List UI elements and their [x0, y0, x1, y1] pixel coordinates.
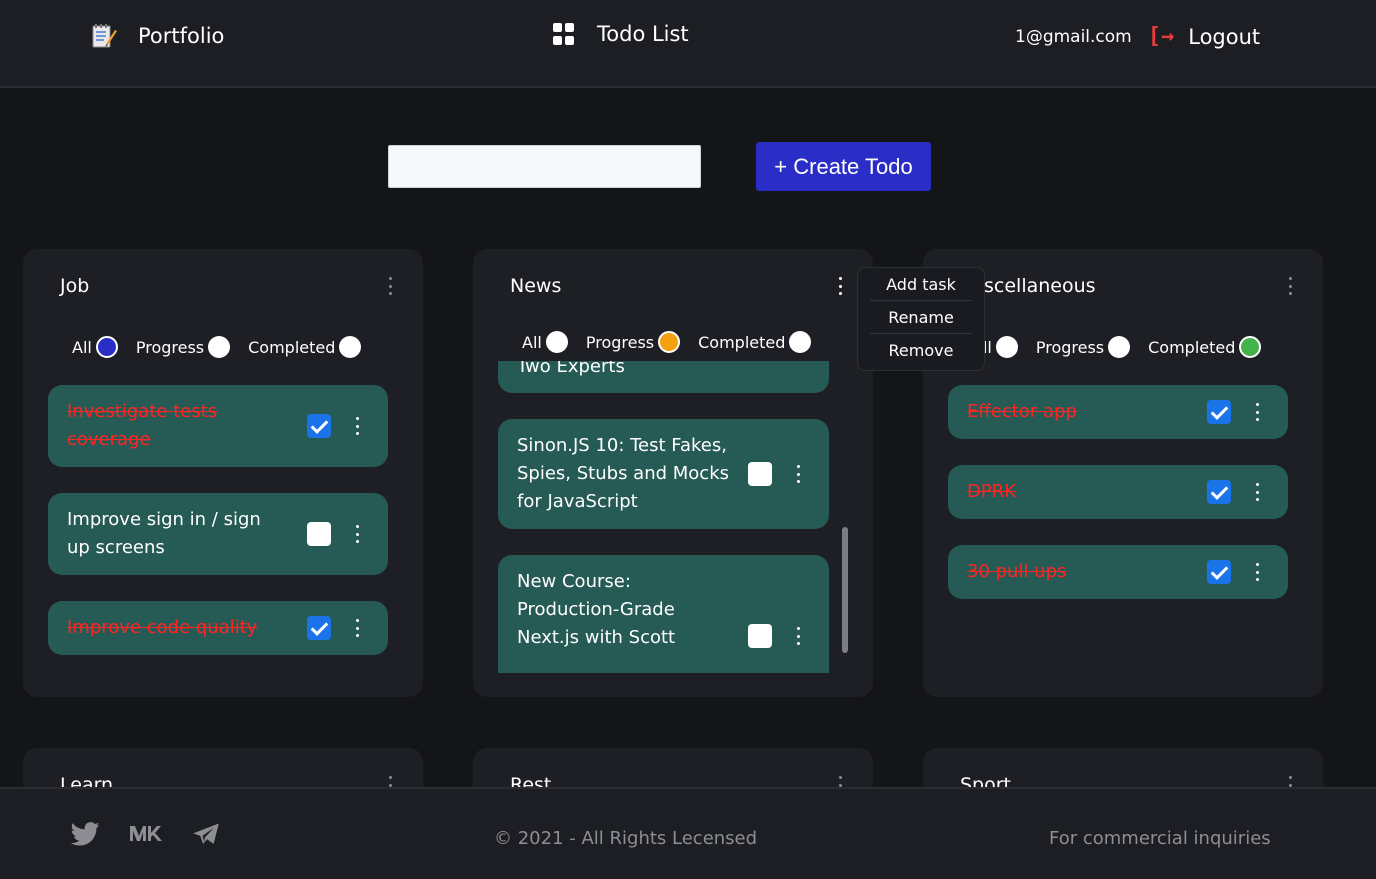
task-checkbox[interactable]: [307, 414, 331, 438]
task-text: Investigate tests coverage: [67, 401, 218, 450]
task-checkbox[interactable]: [1207, 400, 1231, 424]
filter-completed[interactable]: Completed: [1148, 336, 1262, 358]
footer: © 2021 - All Rights Lecensed For commerc…: [0, 787, 1376, 879]
filter-completed-label: Completed: [698, 332, 786, 352]
filter-completed-label: Completed: [248, 337, 336, 357]
board-news: News Two Experts Sinon.JS 10: Test Fakes…: [473, 249, 873, 697]
board-filters: All Progress Completed: [473, 325, 873, 359]
filter-completed-radio[interactable]: [789, 331, 812, 353]
nav-title: Todo List: [597, 22, 689, 46]
filter-all-radio[interactable]: [95, 336, 118, 358]
filter-all-label: All: [72, 337, 92, 357]
task-menu-icon[interactable]: [1254, 563, 1260, 581]
filter-progress-label: Progress: [135, 337, 205, 357]
filter-completed-radio[interactable]: [1239, 336, 1262, 358]
user-email: 1@gmail.com: [1015, 26, 1132, 47]
filter-progress-radio[interactable]: [1108, 336, 1131, 358]
menu-item-add-task[interactable]: Add task: [870, 268, 972, 301]
board-filters: All Progress Completed: [972, 336, 1279, 358]
vk-icon[interactable]: [128, 823, 164, 845]
board-menu-icon[interactable]: [1287, 277, 1293, 295]
copyright-text: © 2021 - All Rights Lecensed: [494, 828, 758, 849]
task-item: Improve sign in / sign up screens: [48, 493, 388, 575]
filter-progress-radio[interactable]: [208, 336, 231, 358]
task-checkbox[interactable]: [1207, 560, 1231, 584]
task-text: Two Experts: [517, 361, 625, 377]
task-menu-icon[interactable]: [1254, 483, 1260, 501]
task-item: DPRK: [948, 465, 1288, 519]
board-title: Job: [60, 275, 90, 297]
scrollbar-thumb[interactable]: [842, 527, 848, 653]
filter-completed[interactable]: Completed: [248, 336, 362, 358]
user-area: 1@gmail.com [→ Logout: [1015, 24, 1260, 49]
filter-progress-label: Progress: [1035, 337, 1105, 357]
task-checkbox[interactable]: [1207, 480, 1231, 504]
task-checkbox[interactable]: [748, 462, 772, 486]
board-filters: All Progress Completed: [72, 336, 379, 358]
menu-item-remove[interactable]: Remove: [870, 334, 972, 367]
task-list: Effector app DPRK 30 pull ups: [948, 385, 1288, 625]
task-item: Two Experts: [498, 361, 829, 393]
filter-all-label: All: [522, 332, 542, 352]
task-item: New Course: Production-Grade Next.js wit…: [498, 555, 829, 673]
task-checkbox[interactable]: [748, 624, 772, 648]
filter-progress-radio[interactable]: [658, 331, 681, 353]
task-text: Improve code quality: [67, 617, 258, 638]
header: Portfolio Todo List 1@gmail.com [→ Logou…: [0, 0, 1376, 88]
task-list: Investigate tests coverage Improve sign …: [48, 385, 388, 681]
task-list: Two Experts Sinon.JS 10: Test Fakes, Spi…: [498, 361, 829, 673]
board-menu-icon[interactable]: [837, 277, 843, 295]
board-job: Job All Progress Completed Investigate t…: [23, 249, 423, 697]
task-menu-icon[interactable]: [795, 627, 801, 645]
task-text: Effector app: [967, 401, 1077, 422]
task-menu-icon[interactable]: [1254, 403, 1260, 421]
todo-title-input[interactable]: [388, 145, 701, 188]
brand-label: Portfolio: [138, 24, 225, 48]
task-menu-icon[interactable]: [354, 525, 360, 543]
filter-all-radio[interactable]: [545, 331, 568, 353]
menu-item-rename[interactable]: Rename: [870, 301, 972, 334]
task-item: Investigate tests coverage: [48, 385, 388, 467]
task-list-scroll[interactable]: Two Experts Sinon.JS 10: Test Fakes, Spi…: [498, 361, 854, 673]
filter-completed-label: Completed: [1148, 337, 1236, 357]
brand-link[interactable]: Portfolio: [90, 22, 224, 50]
task-item: 30 pull ups: [948, 545, 1288, 599]
task-text: Improve sign in / sign up screens: [67, 509, 261, 558]
board-title: News: [510, 275, 562, 297]
task-text: DPRK: [967, 481, 1017, 502]
filter-completed-radio[interactable]: [339, 336, 362, 358]
task-item: Sinon.JS 10: Test Fakes, Spies, Stubs an…: [498, 419, 829, 529]
filter-all[interactable]: All: [522, 331, 568, 353]
board-menu-icon[interactable]: [387, 277, 393, 295]
logout-button[interactable]: Logout: [1188, 25, 1260, 49]
nav-todo-list[interactable]: Todo List: [553, 22, 689, 46]
telegram-icon[interactable]: [192, 822, 220, 846]
task-text: 30 pull ups: [967, 561, 1067, 582]
commercial-inquiries-link[interactable]: For commercial inquiries: [1049, 828, 1271, 849]
task-menu-icon[interactable]: [354, 417, 360, 435]
task-item: Effector app: [948, 385, 1288, 439]
task-menu-icon[interactable]: [354, 619, 360, 637]
board-context-menu: Add task Rename Remove: [857, 267, 985, 371]
twitter-icon[interactable]: [70, 822, 100, 846]
filter-progress[interactable]: Progress: [585, 331, 681, 353]
filter-all-radio[interactable]: [995, 336, 1018, 358]
grid-icon: [553, 23, 575, 45]
create-todo-button[interactable]: + Create Todo: [756, 142, 931, 191]
task-checkbox[interactable]: [307, 616, 331, 640]
task-checkbox[interactable]: [307, 522, 331, 546]
notepad-icon: [92, 24, 117, 48]
task-text: New Course: Production-Grade Next.js wit…: [517, 571, 676, 648]
filter-progress-label: Progress: [585, 332, 655, 352]
task-text: Sinon.JS 10: Test Fakes, Spies, Stubs an…: [517, 435, 729, 512]
social-links: [70, 822, 248, 846]
logout-icon[interactable]: [→: [1148, 24, 1175, 49]
board-title: scellaneous: [984, 275, 1096, 297]
task-item: Improve code quality: [48, 601, 388, 655]
filter-progress[interactable]: Progress: [1035, 336, 1131, 358]
task-menu-icon[interactable]: [795, 465, 801, 483]
filter-all[interactable]: All: [72, 336, 118, 358]
filter-progress[interactable]: Progress: [135, 336, 231, 358]
filter-completed[interactable]: Completed: [698, 331, 812, 353]
